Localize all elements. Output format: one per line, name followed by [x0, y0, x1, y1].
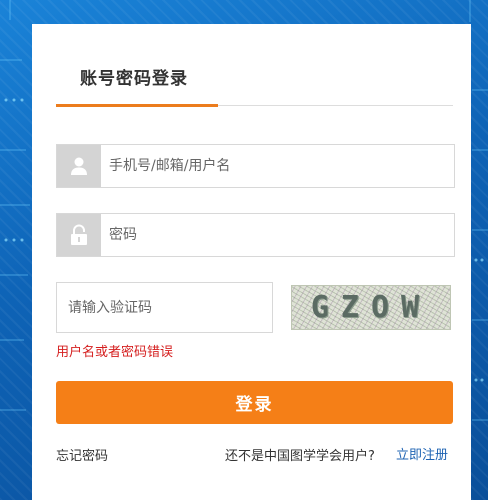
- user-icon: [57, 145, 101, 187]
- tab-password-login[interactable]: 账号密码登录: [80, 64, 188, 89]
- captcha-field: [56, 282, 273, 333]
- login-button[interactable]: 登录: [56, 381, 453, 424]
- captcha-image[interactable]: GZOW: [291, 285, 451, 330]
- username-field: [56, 144, 455, 188]
- password-field: [56, 213, 455, 257]
- active-tab-indicator: [56, 104, 218, 107]
- error-message: 用户名或者密码错误: [56, 345, 174, 360]
- password-input[interactable]: [109, 214, 449, 256]
- forgot-password-link[interactable]: 忘记密码: [56, 445, 108, 464]
- username-input[interactable]: [109, 145, 449, 187]
- lock-icon: [57, 214, 101, 256]
- captcha-input[interactable]: [68, 283, 268, 332]
- captcha-code: GZOW: [310, 290, 432, 325]
- not-member-text: 还不是中国图学学会用户?: [225, 449, 375, 464]
- register-link[interactable]: 立即注册: [396, 444, 448, 463]
- login-panel: 账号密码登录 GZOW 用户名或者密码错误 登录 忘记密码 还不是中国图学学会用…: [32, 24, 471, 500]
